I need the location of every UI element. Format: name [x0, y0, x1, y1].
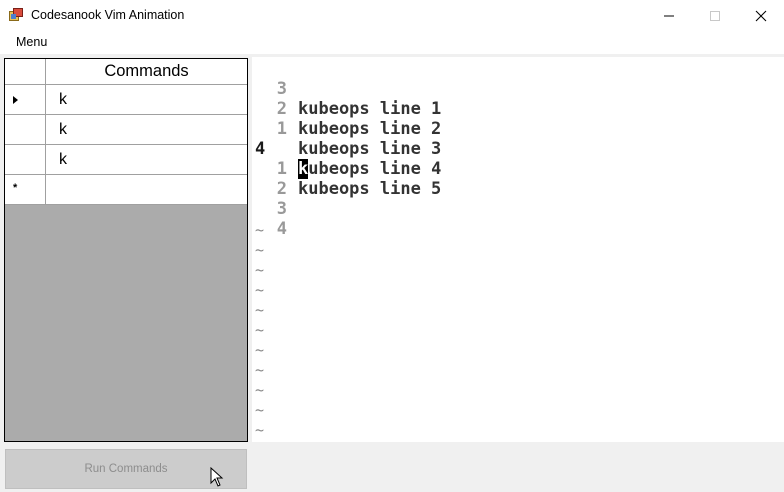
editor-line: 2 — [252, 159, 784, 199]
maximize-icon — [710, 11, 720, 21]
new-row-marker: * — [13, 182, 18, 194]
command-cell[interactable]: k — [46, 115, 247, 145]
current-row-arrow-icon — [13, 96, 18, 104]
window-title: Codesanook Vim Animation — [31, 8, 185, 22]
grid-new-row[interactable]: * — [5, 175, 247, 205]
tilde-marker: ~ — [255, 341, 265, 359]
tilde-marker: ~ — [255, 261, 265, 279]
editor-line: 1 kubeops line 5 — [252, 139, 784, 199]
grid-row[interactable]: k — [5, 115, 247, 145]
tilde-marker: ~ — [255, 241, 265, 259]
editor-line: 3 kubeops line 1 — [252, 59, 784, 119]
editor-line: 3 — [252, 179, 784, 219]
app-icon — [9, 8, 25, 22]
minimize-icon — [664, 15, 674, 17]
row-header[interactable]: * — [5, 175, 46, 205]
row-header[interactable] — [5, 85, 46, 115]
menu-bar: Menu — [0, 31, 784, 55]
minimize-button[interactable] — [646, 0, 692, 31]
column-header-commands[interactable]: Commands — [46, 59, 247, 85]
command-cell[interactable]: k — [46, 85, 247, 115]
row-header[interactable] — [5, 145, 46, 175]
menu-item-menu[interactable]: Menu — [8, 33, 55, 53]
tilde-marker: ~ — [255, 321, 265, 339]
mouse-pointer-icon — [210, 467, 224, 487]
tilde-marker: ~ — [255, 221, 265, 239]
grid-row[interactable]: k — [5, 85, 247, 115]
grid-row[interactable]: k — [5, 145, 247, 175]
commands-grid[interactable]: Commands k k k * — [4, 58, 248, 442]
close-icon — [755, 10, 767, 22]
tilde-marker: ~ — [255, 421, 265, 439]
tilde-marker: ~ — [255, 381, 265, 399]
row-header[interactable] — [5, 115, 46, 145]
title-bar: Codesanook Vim Animation — [0, 0, 784, 31]
editor-line: 4 — [252, 199, 784, 239]
editor-line: 1 kubeops line 3 — [252, 99, 784, 159]
tilde-marker: ~ — [255, 401, 265, 419]
editor-line: 2 kubeops line 2 — [252, 79, 784, 139]
tilde-marker: ~ — [255, 281, 265, 299]
vim-editor[interactable]: 3 kubeops line 1 2 kubeops line 2 1 kube… — [252, 57, 784, 442]
editor-current-line: 4 kubeops line 4 — [252, 119, 784, 179]
command-cell[interactable] — [46, 175, 247, 205]
command-cell[interactable]: k — [46, 145, 247, 175]
close-button[interactable] — [738, 0, 784, 31]
maximize-button[interactable] — [692, 0, 738, 31]
grid-corner-header[interactable] — [5, 59, 46, 85]
grid-header-row: Commands — [5, 59, 247, 85]
tilde-marker: ~ — [255, 361, 265, 379]
tilde-marker: ~ — [255, 301, 265, 319]
